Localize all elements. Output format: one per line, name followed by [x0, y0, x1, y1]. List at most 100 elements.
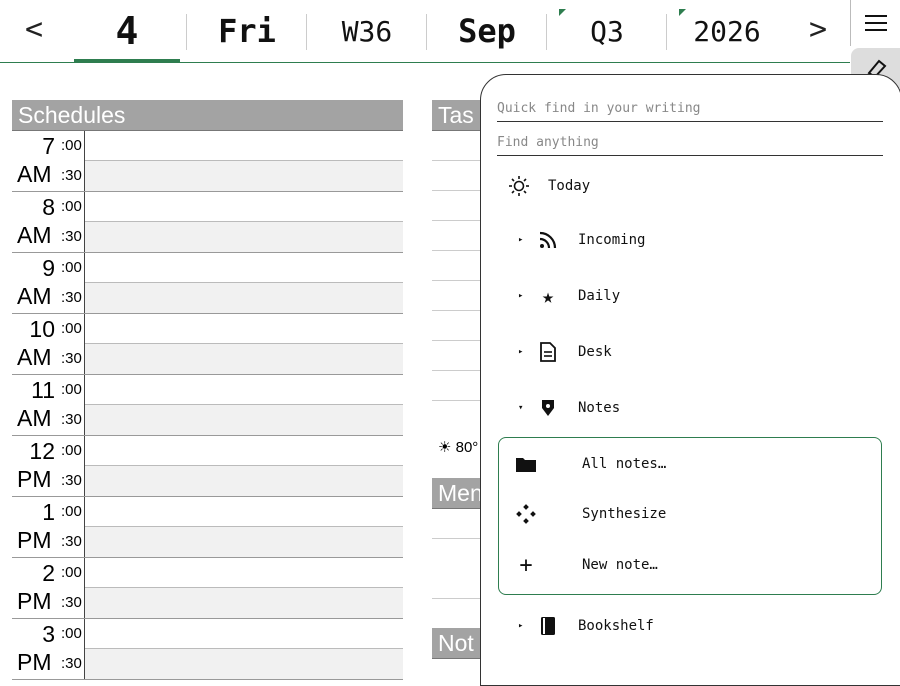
quick-find-input[interactable]: Quick find in your writing [497, 97, 883, 122]
hour-period: PM [17, 649, 52, 675]
hour-number: 1 [42, 499, 55, 525]
schedule-slot[interactable] [85, 344, 403, 374]
find-anything-input[interactable]: Find anything [497, 131, 883, 156]
schedules-title: Schedules [12, 100, 403, 131]
next-button[interactable]: > [798, 12, 838, 47]
date-navigation-bar: < 4 Fri W36 Sep Q3 2026 > [0, 0, 850, 63]
time-divider [84, 253, 85, 313]
quarter-label: Q3 [590, 14, 624, 48]
caret-right-icon: ▸ [518, 621, 524, 631]
schedule-slot[interactable] [85, 222, 403, 252]
minute-label: :00 [61, 198, 82, 215]
weather-readout: ☀ 80° [438, 439, 479, 456]
hour-number: 11 [31, 377, 55, 403]
time-divider [84, 497, 85, 557]
day-selector[interactable]: 4 [74, 0, 180, 62]
divider [666, 14, 667, 50]
minute-label: :00 [61, 137, 82, 154]
menu-item-new-note[interactable]: + New note… [499, 545, 881, 585]
year-selector[interactable]: 2026 [668, 0, 786, 62]
hour-row: 2 PM:00:30 [12, 558, 403, 619]
schedule-slot[interactable] [85, 131, 403, 161]
hour-period: AM [17, 344, 52, 370]
minute-label: :30 [61, 350, 82, 367]
schedules-panel: Schedules 7 AM:00:30 8 AM:00:30 9 AM:00:30 10 A… [12, 100, 403, 680]
minute-label: :30 [61, 411, 82, 428]
notes-submenu: All notes… Synthesize + New note… [498, 437, 882, 595]
today-label: Today [548, 178, 591, 194]
menu-item-desk[interactable]: ▸ Desk [481, 332, 900, 372]
prev-button[interactable]: < [14, 12, 54, 47]
hour-number: 3 [42, 621, 55, 647]
month-selector[interactable]: Sep [428, 0, 546, 62]
schedule-slot[interactable] [85, 283, 403, 313]
schedule-slot[interactable] [85, 314, 403, 344]
menu-item-all-notes[interactable]: All notes… [499, 444, 881, 484]
hour-period: AM [17, 405, 52, 431]
minute-label: :00 [61, 381, 82, 398]
caret-right-icon: ▸ [518, 235, 524, 245]
menu-item-synthesize[interactable]: Synthesize [499, 494, 881, 534]
minute-label: :30 [61, 655, 82, 672]
minute-label: :30 [61, 594, 82, 611]
schedule-slot[interactable] [85, 192, 403, 222]
menu-item-notes[interactable]: ▾ Notes [481, 388, 900, 428]
menu-item-today[interactable]: Today [481, 166, 900, 206]
hour-row: 12 PM:00:30 [12, 436, 403, 497]
folder-icon [515, 453, 537, 475]
sun-icon [508, 175, 530, 197]
hour-number: 7 [42, 133, 55, 159]
menu-item-incoming[interactable]: ▸ Incoming [481, 220, 900, 260]
quarter-selector[interactable]: Q3 [548, 0, 666, 62]
minute-label: :30 [61, 228, 82, 245]
schedule-slot[interactable] [85, 161, 403, 191]
time-divider [84, 436, 85, 496]
schedule-slot[interactable] [85, 558, 403, 588]
hour-row: 9 AM:00:30 [12, 253, 403, 314]
weekday-selector[interactable]: Fri [188, 0, 306, 62]
schedule-slot[interactable] [85, 375, 403, 405]
hour-row: 10 AM:00:30 [12, 314, 403, 375]
hour-row: 8 AM:00:30 [12, 192, 403, 253]
minute-label: :30 [61, 289, 82, 306]
hour-row: 7 AM:00:30 [12, 131, 403, 192]
schedule-slot[interactable] [85, 436, 403, 466]
divider [306, 14, 307, 50]
document-icon [537, 341, 559, 363]
active-underline [74, 59, 180, 62]
synthesize-label: Synthesize [582, 506, 667, 522]
menu-button[interactable] [850, 0, 900, 46]
menu-item-bookshelf[interactable]: ▸ Bookshelf [481, 606, 900, 646]
time-divider [84, 192, 85, 252]
time-divider [84, 558, 85, 618]
schedule-slot[interactable] [85, 619, 403, 649]
all-notes-label: All notes… [582, 456, 667, 472]
week-selector[interactable]: W36 [308, 0, 426, 62]
schedule-slot[interactable] [85, 497, 403, 527]
divider [546, 14, 547, 50]
hour-number: 2 [42, 560, 55, 586]
incoming-label: Incoming [578, 232, 646, 248]
hour-period: PM [17, 527, 52, 553]
minute-label: :00 [61, 625, 82, 642]
schedule-slot[interactable] [85, 588, 403, 618]
book-icon [537, 615, 559, 637]
caret-right-icon: ▸ [518, 291, 524, 301]
schedule-slot[interactable] [85, 466, 403, 496]
hour-period: AM [17, 283, 52, 309]
day-number: 4 [115, 9, 139, 53]
schedule-slot[interactable] [85, 253, 403, 283]
month-label: Sep [458, 12, 516, 50]
hour-row: 3 PM :00 :30 [12, 619, 403, 680]
minute-label: :00 [61, 503, 82, 520]
rss-icon [537, 229, 559, 251]
menu-item-daily[interactable]: ▸ ★ Daily [481, 276, 900, 316]
hour-period: PM [17, 466, 52, 492]
time-divider [84, 375, 85, 435]
hour-number: 9 [42, 255, 55, 281]
hour-period: AM [17, 161, 52, 187]
navigation-menu: Quick find in your writing Find anything… [480, 74, 900, 686]
hour-number: 8 [42, 194, 55, 220]
schedule-slot[interactable] [85, 405, 403, 435]
schedule-slot[interactable] [85, 527, 403, 557]
